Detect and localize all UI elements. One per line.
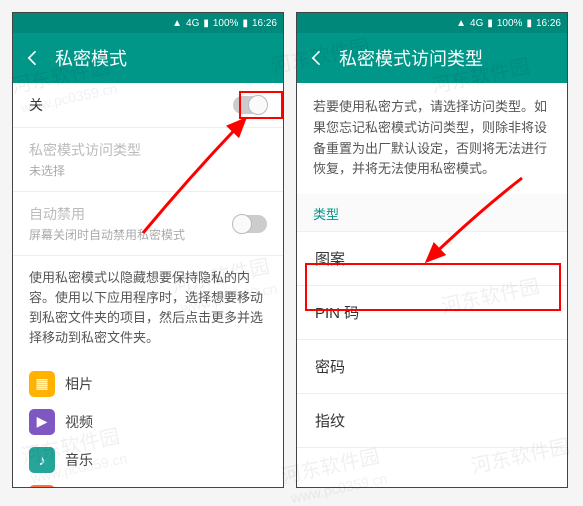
app-list: ▦相片▶视频♪音乐●录音机▇我的文件◍互联网 bbox=[13, 361, 283, 487]
page-title: 私密模式访问类型 bbox=[339, 45, 483, 71]
battery-icon: ▮ bbox=[526, 18, 532, 29]
signal-icon: ▲ bbox=[456, 18, 466, 29]
back-icon[interactable] bbox=[23, 48, 43, 68]
status-bar: ▲ 4G ▮ 100% ▮ 16:26 bbox=[13, 13, 283, 33]
app-item-1[interactable]: ▶ 视频 bbox=[29, 403, 267, 441]
phone-right: ▲ 4G ▮ 100% ▮ 16:26 私密模式访问类型 若要使用私密方式，请选… bbox=[296, 12, 568, 488]
signal-bars-icon: ▮ bbox=[487, 18, 493, 29]
auto-disable-label: 自动禁用 bbox=[29, 206, 85, 222]
description-text: 使用私密模式以隐藏想要保持隐私的内容。使用以下应用程序时，选择想要移动到私密文件… bbox=[13, 256, 283, 361]
app-item-0[interactable]: ▦ 相片 bbox=[29, 365, 267, 403]
option-fingerprint[interactable]: 指纹 bbox=[297, 394, 567, 448]
option-pattern[interactable]: 图案 bbox=[297, 232, 567, 286]
app-label: 音乐 bbox=[65, 450, 93, 470]
battery-label: 100% bbox=[213, 18, 239, 29]
access-type-row: 私密模式访问类型 未选择 bbox=[13, 128, 283, 192]
info-text: 若要使用私密方式，请选择访问类型。如果您忘记私密模式访问类型，则除非将设备重置为… bbox=[297, 83, 567, 194]
toggle-label: 关 bbox=[29, 95, 233, 115]
page-title: 私密模式 bbox=[55, 45, 127, 71]
app-item-2[interactable]: ♪ 音乐 bbox=[29, 441, 267, 479]
clock-label: 16:26 bbox=[536, 18, 561, 29]
app-item-3[interactable]: ●录音机 bbox=[29, 479, 267, 487]
status-bar: ▲ 4G ▮ 100% ▮ 16:26 bbox=[297, 13, 567, 33]
app-icon: ♪ bbox=[29, 447, 55, 473]
option-pin[interactable]: PIN 码 bbox=[297, 286, 567, 340]
access-type-sub: 未选择 bbox=[29, 162, 267, 179]
app-bar: 私密模式访问类型 bbox=[297, 33, 567, 83]
network-label: 4G bbox=[186, 18, 199, 29]
section-header-type: 类型 bbox=[297, 194, 567, 232]
battery-label: 100% bbox=[497, 18, 523, 29]
signal-bars-icon: ▮ bbox=[203, 18, 209, 29]
signal-icon: ▲ bbox=[172, 18, 182, 29]
auto-disable-toggle bbox=[233, 215, 267, 233]
network-label: 4G bbox=[470, 18, 483, 29]
app-label: 相片 bbox=[65, 374, 93, 394]
phone-left: ▲ 4G ▮ 100% ▮ 16:26 私密模式 关 私密模式访问类型 未选择 bbox=[12, 12, 284, 488]
toggle-switch[interactable] bbox=[233, 96, 267, 114]
app-bar: 私密模式 bbox=[13, 33, 283, 83]
option-password[interactable]: 密码 bbox=[297, 340, 567, 394]
app-icon: ▶ bbox=[29, 409, 55, 435]
private-mode-toggle-row[interactable]: 关 bbox=[13, 83, 283, 128]
app-label: 视频 bbox=[65, 412, 93, 432]
access-type-label: 私密模式访问类型 bbox=[29, 142, 141, 158]
auto-disable-row: 自动禁用 屏幕关闭时自动禁用私密模式 bbox=[13, 192, 283, 256]
app-icon: ● bbox=[29, 485, 55, 487]
auto-disable-sub: 屏幕关闭时自动禁用私密模式 bbox=[29, 226, 233, 243]
app-icon: ▦ bbox=[29, 371, 55, 397]
clock-label: 16:26 bbox=[252, 18, 277, 29]
back-icon[interactable] bbox=[307, 48, 327, 68]
battery-icon: ▮ bbox=[242, 18, 248, 29]
